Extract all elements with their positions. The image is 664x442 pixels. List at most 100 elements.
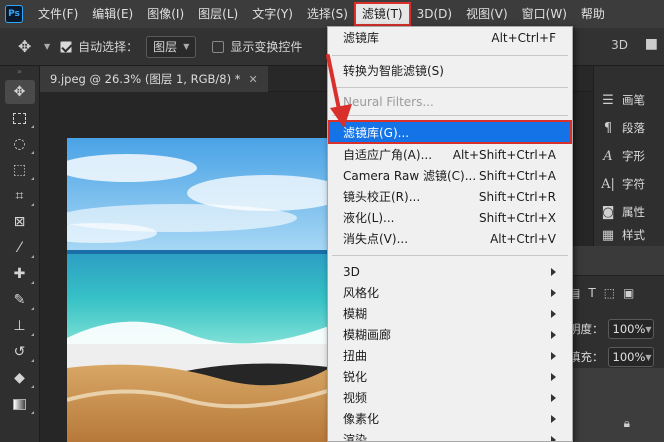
layer-row[interactable] xyxy=(567,368,664,442)
menu-filter[interactable]: 滤镜(T) xyxy=(353,2,411,26)
submenu-arrow-icon xyxy=(551,330,556,339)
menu-item-distort[interactable]: 扭曲 xyxy=(328,345,572,366)
submenu-arrow-icon xyxy=(551,414,556,423)
canvas-image[interactable] xyxy=(67,138,337,442)
eyedropper-tool-icon[interactable]: ⁄ xyxy=(5,236,35,260)
styles-icon: ▦ xyxy=(601,228,615,242)
menu-item-vanishing-point[interactable]: 消失点(V)... Alt+Ctrl+V xyxy=(328,228,572,249)
menu-item-filter-gallery-last[interactable]: 滤镜库 Alt+Ctrl+F xyxy=(328,27,572,48)
menu-edit[interactable]: 编辑(E) xyxy=(85,3,140,25)
submenu-arrow-icon xyxy=(551,288,556,297)
menu-select[interactable]: 选择(S) xyxy=(300,3,355,25)
menu-separator xyxy=(332,87,568,88)
menu-item-pixelate[interactable]: 像素化 xyxy=(328,408,572,429)
show-transform-checkbox[interactable] xyxy=(212,40,225,53)
panel-grip-icon[interactable]: » xyxy=(0,66,39,78)
shape-filter-icon[interactable]: ⬚ xyxy=(604,286,615,300)
menu-file[interactable]: 文件(F) xyxy=(31,3,85,25)
lasso-tool-icon[interactable]: ◌ xyxy=(5,132,35,156)
menu-item-label: 模糊 xyxy=(343,307,368,321)
object-selection-tool-icon[interactable]: ⬚ xyxy=(5,158,35,182)
submenu-arrow-icon xyxy=(551,267,556,276)
menu-item-sharpen[interactable]: 锐化 xyxy=(328,366,572,387)
menu-layer[interactable]: 图层(L) xyxy=(191,3,245,25)
3d-mode-icon[interactable]: 3D xyxy=(611,38,628,52)
menu-item-convert-smart-filters[interactable]: 转换为智能滤镜(S) xyxy=(328,60,572,81)
glyphs-icon: A xyxy=(603,148,613,164)
chevron-down-icon: ▼ xyxy=(645,352,652,362)
menu-item-adaptive-wide-angle[interactable]: 自适应广角(A)... Alt+Shift+Ctrl+A xyxy=(328,144,572,165)
fill-field[interactable]: 100% ▼ xyxy=(607,347,654,367)
menu-item-label: 3D xyxy=(343,264,360,279)
paragraph-icon: ¶ xyxy=(603,120,613,136)
menu-item-shortcut: Shift+Ctrl+X xyxy=(479,210,556,225)
panel-label: 属性 xyxy=(622,205,645,219)
panel-glyphs[interactable]: A 字形 xyxy=(594,144,664,168)
document-tab[interactable]: 9.jpeg @ 26.3% (图层 1, RGB/8) * ✕ xyxy=(40,66,268,92)
fill-value: 100% xyxy=(612,350,646,364)
menu-item-render[interactable]: 渲染 xyxy=(328,429,572,441)
chevron-down-icon[interactable]: ▼ xyxy=(44,42,50,51)
menu-item-video[interactable]: 视频 xyxy=(328,387,572,408)
text-filter-icon[interactable]: T xyxy=(588,286,595,300)
auto-select-checkbox[interactable] xyxy=(60,40,73,53)
menu-item-shortcut: Alt+Ctrl+F xyxy=(491,30,556,45)
panel-styles[interactable]: ▦ 样式 xyxy=(594,228,664,242)
menu-item-label: 滤镜库 xyxy=(343,31,380,45)
menu-item-blur[interactable]: 模糊 xyxy=(328,303,572,324)
panel-properties[interactable]: ◙ 属性 xyxy=(594,200,664,224)
submenu-arrow-icon xyxy=(551,435,556,441)
healing-brush-tool-icon[interactable]: ✚ xyxy=(5,262,35,286)
character-icon: A| xyxy=(601,176,615,192)
menu-item-stylize[interactable]: 风格化 xyxy=(328,282,572,303)
chevron-down-icon: ▼ xyxy=(183,42,190,51)
menu-item-label: 锐化 xyxy=(343,370,368,384)
panel-character[interactable]: A| 字符 xyxy=(594,172,664,196)
panel-label: 段落 xyxy=(622,121,645,135)
menu-item-label: 镜头校正(R)... xyxy=(343,190,421,204)
eraser-tool-icon[interactable]: ◆ xyxy=(5,366,35,390)
crop-tool-icon[interactable]: ⌗ xyxy=(5,184,35,208)
close-icon[interactable]: ✕ xyxy=(249,73,258,86)
move-tool-icon[interactable]: ✥ xyxy=(4,80,35,104)
menu-item-neural-filters[interactable]: Neural Filters... xyxy=(328,91,572,112)
panel-label: 画笔 xyxy=(622,93,645,107)
clone-stamp-tool-icon[interactable]: ⊥ xyxy=(5,314,35,338)
gradient-tool-icon[interactable] xyxy=(5,392,35,416)
marquee-tool-icon[interactable] xyxy=(5,106,35,130)
smart-object-filter-icon[interactable]: ▣ xyxy=(623,286,634,300)
layers-panel: ▤ T ⬚ ▣ 明度： 100% ▼ 填充： 100% ▼ 🔒︎ xyxy=(566,246,664,442)
panel-brush-settings[interactable]: ☰ 画笔 xyxy=(594,88,664,112)
chevron-down-icon: ▼ xyxy=(645,324,652,334)
menu-item-label: 像素化 xyxy=(343,412,380,426)
menu-item-label: 扭曲 xyxy=(343,349,368,363)
menu-3d[interactable]: 3D(D) xyxy=(410,3,459,25)
menu-item-3d[interactable]: 3D xyxy=(328,261,572,282)
auto-select-dropdown[interactable]: 图层 ▼ xyxy=(146,35,197,58)
menu-type[interactable]: 文字(Y) xyxy=(245,3,300,25)
auto-select-value: 图层 xyxy=(153,40,178,54)
menu-bar: Ps 文件(F) 编辑(E) 图像(I) 图层(L) 文字(Y) 选择(S) 滤… xyxy=(0,0,664,28)
submenu-arrow-icon xyxy=(551,309,556,318)
panel-label: 字形 xyxy=(622,149,645,163)
panel-paragraph[interactable]: ¶ 段落 xyxy=(594,116,664,140)
history-brush-tool-icon[interactable]: ↺ xyxy=(5,340,35,364)
menu-item-blur-gallery[interactable]: 模糊画廊 xyxy=(328,324,572,345)
fill-row: 填充： 100% ▼ xyxy=(569,346,654,368)
opacity-field[interactable]: 100% ▼ xyxy=(607,319,654,339)
menu-item-liquify[interactable]: 液化(L)... Shift+Ctrl+X xyxy=(328,207,572,228)
lock-icon: 🔒︎ xyxy=(623,416,630,430)
menu-window[interactable]: 窗口(W) xyxy=(515,3,574,25)
menu-item-camera-raw[interactable]: Camera Raw 滤镜(C)... Shift+Ctrl+A xyxy=(328,165,572,186)
video-camera-icon[interactable]: ■ xyxy=(645,36,658,52)
menu-item-lens-correction[interactable]: 镜头校正(R)... Shift+Ctrl+R xyxy=(328,186,572,207)
menu-item-shortcut: Alt+Shift+Ctrl+A xyxy=(452,147,556,162)
menu-item-shortcut: Shift+Ctrl+A xyxy=(479,168,556,183)
brush-tool-icon[interactable]: ✎ xyxy=(5,288,35,312)
move-tool-icon[interactable]: ✥ xyxy=(18,37,44,56)
menu-image[interactable]: 图像(I) xyxy=(140,3,191,25)
frame-tool-icon[interactable]: ⊠ xyxy=(5,210,35,234)
menu-help[interactable]: 帮助 xyxy=(574,3,612,25)
menu-view[interactable]: 视图(V) xyxy=(459,3,515,25)
menu-item-filter-gallery[interactable]: 滤镜库(G)... xyxy=(328,120,572,144)
